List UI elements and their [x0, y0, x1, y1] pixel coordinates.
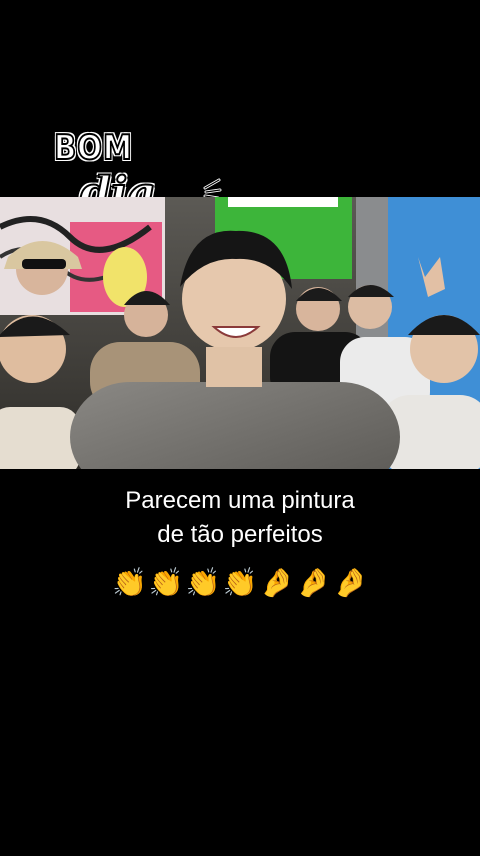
photo-illustration: [0, 197, 480, 469]
pinched-fingers-icon: 🤌: [259, 566, 295, 599]
sticker-line-bom: BOM: [53, 127, 133, 169]
emoji-row: 👏👏👏👏🤌🤌🤌: [0, 565, 480, 601]
pinched-fingers-icon: 🤌: [296, 566, 332, 599]
clapping-hands-icon: 👏: [222, 566, 258, 599]
clapping-hands-icon: 👏: [111, 566, 147, 599]
caption: Parecem uma pintura de tão perfeitos: [0, 484, 480, 552]
clapping-hands-icon: 👏: [185, 566, 221, 599]
pinched-fingers-icon: 🤌: [333, 566, 369, 599]
caption-line-2: de tão perfeitos: [157, 521, 323, 548]
caption-line-1: Parecem uma pintura: [125, 487, 355, 514]
clapping-hands-icon: 👏: [148, 566, 184, 599]
group-selfie-photo: [0, 197, 480, 469]
